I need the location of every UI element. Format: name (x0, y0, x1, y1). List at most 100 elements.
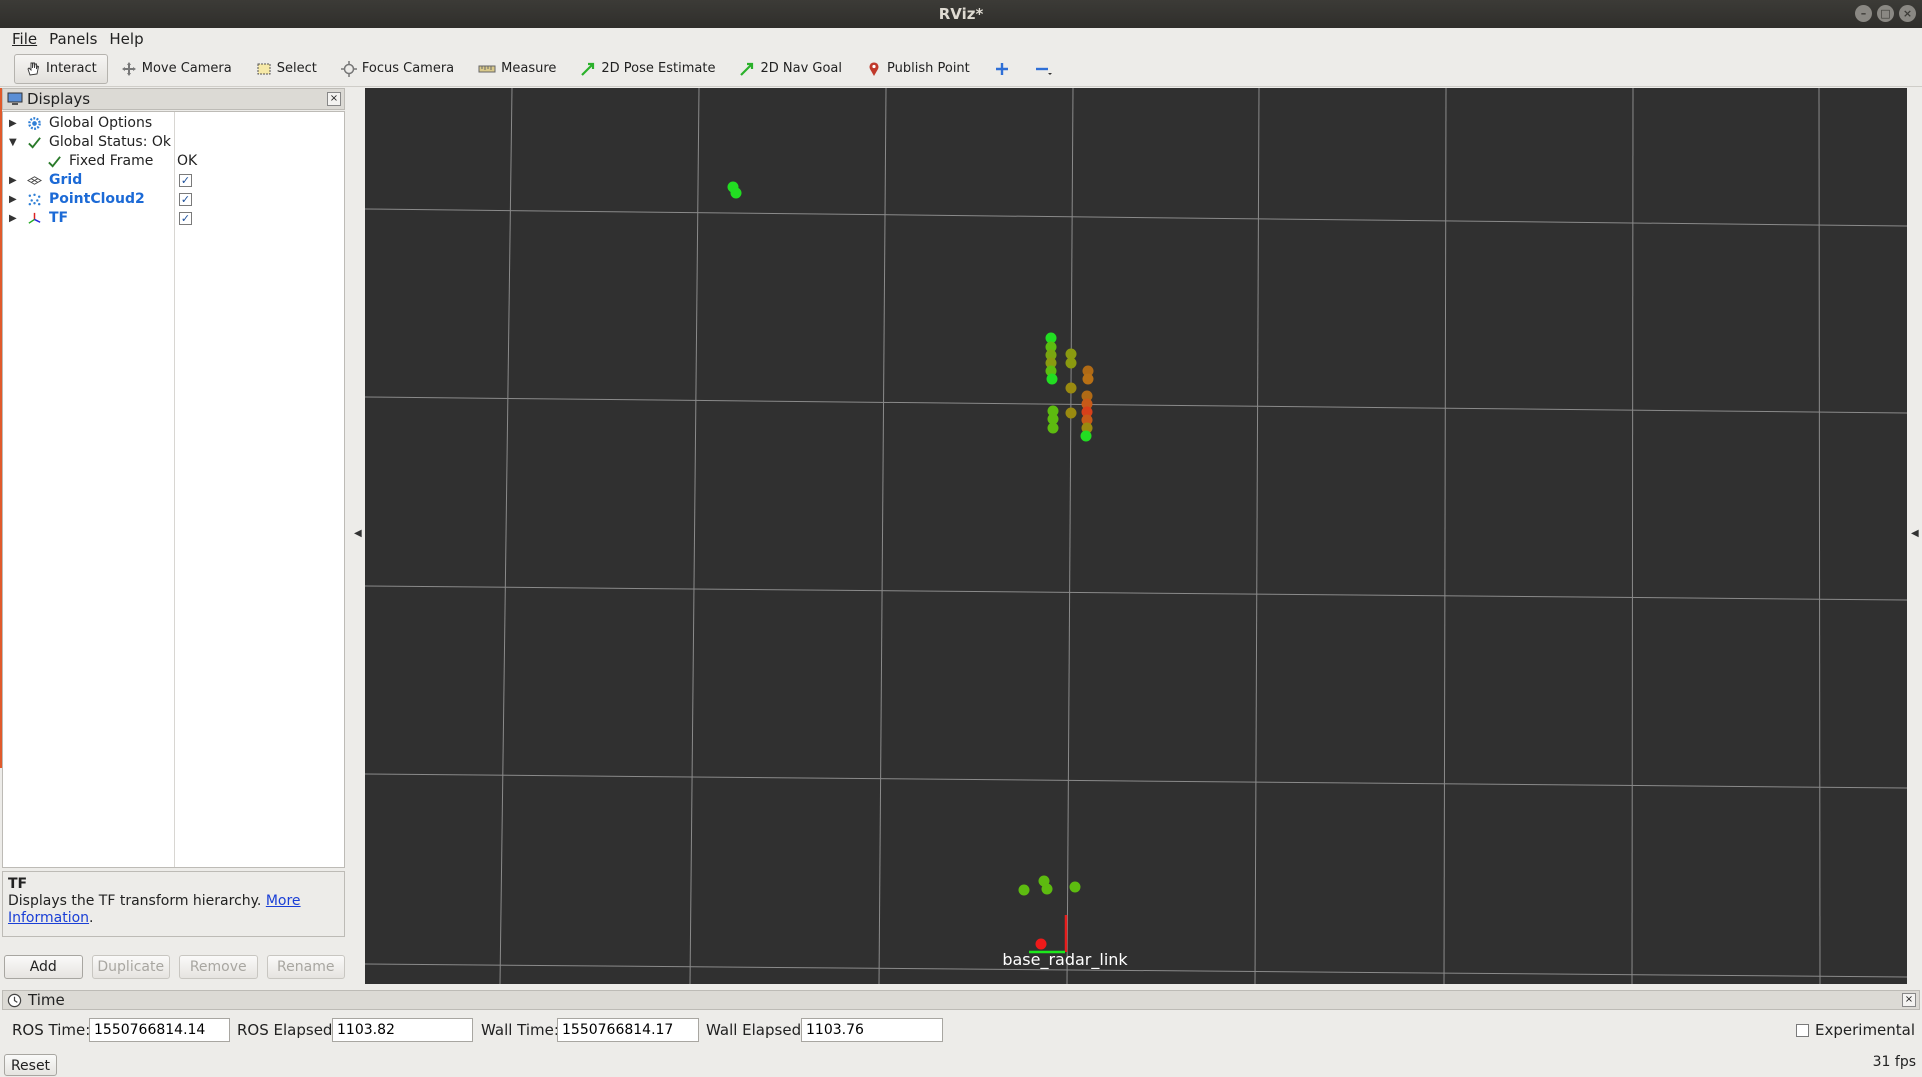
duplicate-button[interactable]: Duplicate (91, 955, 170, 979)
scene-canvas[interactable]: base_radar_link (365, 88, 1907, 984)
point (1047, 422, 1059, 434)
point (1065, 357, 1077, 369)
rename-button[interactable]: Rename (266, 955, 345, 979)
displays-title: Displays (27, 90, 91, 108)
close-icon[interactable]: × (1902, 993, 1916, 1007)
select-tool[interactable]: Select (245, 54, 328, 84)
grid-line (499, 88, 513, 984)
check-icon (48, 156, 61, 168)
fixed-frame-status: OK (177, 153, 198, 169)
window-title: RViz* (938, 5, 984, 23)
right-splitter[interactable]: ◀ (1908, 88, 1920, 984)
tree-label: Global Status: Ok (49, 134, 172, 150)
focus-camera-tool[interactable]: Focus Camera (330, 54, 465, 84)
time-panel: Time × ROS Time: ROS Elapsed: Wall Time:… (0, 988, 1922, 1076)
plus-icon (995, 62, 1008, 75)
maximize-icon[interactable]: □ (1877, 5, 1894, 22)
tree-label: TF (49, 210, 69, 226)
point (730, 187, 742, 199)
ros-elapsed-field[interactable] (332, 1018, 473, 1042)
ruler-icon (478, 65, 496, 72)
grid-line (365, 963, 1907, 978)
description-body: Displays the TF transform hierarchy. Mor… (8, 893, 339, 927)
information-link[interactable]: Information (8, 910, 89, 926)
minimize-icon[interactable]: – (1855, 5, 1872, 22)
nav-goal-label: 2D Nav Goal (760, 61, 843, 76)
tree-row-global-status[interactable]: ▼ Global Status: Ok (3, 133, 344, 152)
select-icon (257, 63, 271, 74)
collapse-right-icon[interactable]: ◀ (1911, 528, 1919, 539)
expand-arrow-icon[interactable]: ▶ (9, 190, 17, 209)
grid-enabled-checkbox[interactable]: ✓ (179, 174, 192, 187)
add-tool-button[interactable] (983, 54, 1021, 84)
expand-arrow-icon[interactable]: ▶ (9, 114, 17, 133)
menu-help[interactable]: Help (103, 28, 149, 50)
displays-buttons: Add Duplicate Remove Rename (2, 955, 345, 981)
ros-time-label: ROS Time: (12, 1021, 91, 1039)
point (1080, 430, 1092, 442)
menu-file[interactable]: File (6, 28, 43, 50)
menu-panels[interactable]: Panels (43, 28, 103, 50)
experimental-checkbox[interactable] (1796, 1024, 1809, 1037)
pose-estimate-tool[interactable]: 2D Pose Estimate (569, 54, 726, 84)
tree-row-grid[interactable]: ▶ Grid ✓ (3, 171, 344, 190)
publish-point-tool[interactable]: Publish Point (855, 54, 981, 84)
tree-row-fixed-frame[interactable]: Fixed Frame OK (3, 152, 344, 171)
interact-label: Interact (46, 61, 97, 76)
close-icon[interactable]: × (327, 92, 341, 106)
point (1069, 881, 1081, 893)
remove-button[interactable]: Remove (179, 955, 258, 979)
time-title: Time (28, 991, 65, 1009)
tree-row-tf[interactable]: ▶ TF ✓ (3, 209, 344, 228)
wall-elapsed-field[interactable] (801, 1018, 943, 1042)
tree-row-global-options[interactable]: ▶ Global Options (3, 114, 344, 133)
expand-arrow-icon[interactable]: ▶ (9, 171, 17, 190)
measure-label: Measure (501, 61, 557, 76)
grid-line (365, 396, 1907, 414)
3d-viewport[interactable]: base_radar_link (365, 88, 1907, 984)
description-title: TF (8, 876, 28, 892)
interact-tool[interactable]: Interact (14, 53, 108, 84)
add-button[interactable]: Add (4, 955, 83, 979)
select-label: Select (276, 61, 317, 76)
close-icon[interactable]: × (1899, 5, 1916, 22)
pointcloud-icon (28, 193, 41, 206)
nav-goal-tool[interactable]: 2D Nav Goal (728, 54, 853, 84)
fps-readout: 31 fps (1872, 1054, 1916, 1070)
description-text: Displays the TF transform hierarchy. (8, 893, 262, 909)
point (1041, 883, 1053, 895)
frame-label: base_radar_link (1002, 950, 1128, 970)
grid-line (878, 88, 887, 984)
more-link[interactable]: More (266, 893, 301, 909)
wall-time-field[interactable] (557, 1018, 699, 1042)
tool-bar: Interact Move Camera Select Focus Camera… (0, 51, 1922, 87)
measure-tool[interactable]: Measure (467, 54, 567, 84)
move-camera-tool[interactable]: Move Camera (110, 54, 243, 84)
grid-line (1254, 88, 1260, 984)
monitor-icon (7, 92, 23, 105)
focus-camera-icon (340, 60, 357, 77)
remove-tool-button[interactable] (1023, 54, 1065, 84)
point (1046, 373, 1058, 385)
pose-estimate-label: 2D Pose Estimate (601, 61, 716, 76)
collapse-arrow-icon[interactable]: ▼ (9, 133, 17, 152)
description-tail: . (89, 910, 94, 926)
wall-time-label: Wall Time: (481, 1021, 559, 1039)
experimental-label: Experimental (1815, 1021, 1916, 1039)
grid-line (365, 585, 1907, 601)
focus-camera-label: Focus Camera (361, 61, 455, 76)
point (1082, 373, 1094, 385)
tf-enabled-checkbox[interactable]: ✓ (179, 212, 192, 225)
grid-line (1066, 88, 1074, 984)
left-splitter[interactable]: ◀ (352, 88, 362, 984)
grid-line (365, 208, 1907, 227)
expand-arrow-icon[interactable]: ▶ (9, 209, 17, 228)
reset-button[interactable]: Reset (4, 1054, 57, 1076)
ros-time-field[interactable] (89, 1018, 230, 1042)
green-arrow-icon (740, 62, 754, 76)
publish-point-label: Publish Point (887, 61, 970, 76)
pointcloud2-enabled-checkbox[interactable]: ✓ (179, 193, 192, 206)
tree-label: Global Options (49, 115, 153, 131)
tree-row-pointcloud2[interactable]: ▶ PointCloud2 ✓ (3, 190, 344, 209)
collapse-left-icon[interactable]: ◀ (354, 528, 362, 539)
